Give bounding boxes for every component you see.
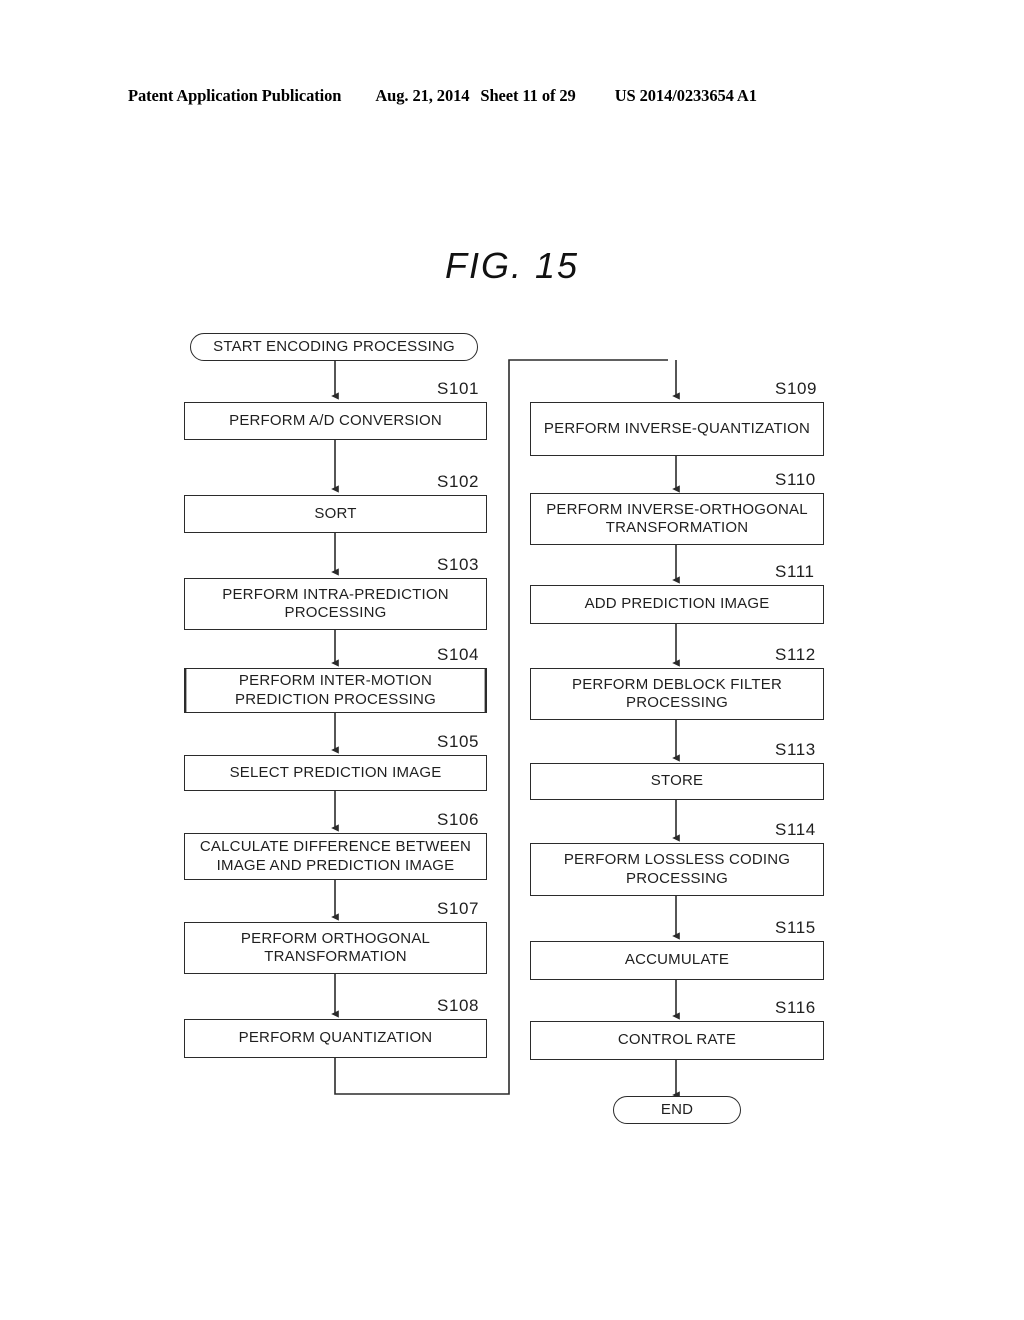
flow-node-s113[interactable]: STORE [530,763,824,800]
step-id-s106: S106 [437,810,480,829]
flow-node-s106[interactable]: CALCULATE DIFFERENCE BETWEEN IMAGE AND P… [184,833,487,880]
flow-node-s108[interactable]: PERFORM QUANTIZATION [184,1019,487,1058]
flow-node-s111[interactable]: ADD PREDICTION IMAGE [530,585,824,624]
flow-node-s103[interactable]: PERFORM INTRA-PREDICTION PROCESSING [184,578,487,630]
step-id-s111: S111 [775,562,815,581]
step-id-s105: S105 [437,732,480,751]
flow-node-s114-label: PERFORM LOSSLESS CODING PROCESSING [563,851,791,887]
step-id-s104: S104 [437,645,480,664]
step-id-s108: S108 [437,996,480,1015]
flow-node-s113-label: STORE [650,772,704,790]
flow-node-start[interactable]: START ENCODING PROCESSING [190,333,478,361]
flow-node-s116-label: CONTROL RATE [617,1031,737,1049]
flow-node-s102[interactable]: SORT [184,495,487,533]
flow-node-s110-label: PERFORM INVERSE-ORTHOGONAL TRANSFORMATIO… [546,500,808,536]
flow-node-s107[interactable]: PERFORM ORTHOGONAL TRANSFORMATION [184,922,487,974]
flow-node-s114[interactable]: PERFORM LOSSLESS CODING PROCESSING [530,843,824,896]
step-id-s112: S112 [775,645,816,664]
flow-node-s109-label: PERFORM INVERSE-QUANTIZATION [543,419,811,437]
flow-node-s103-label: PERFORM INTRA-PREDICTION PROCESSING [222,585,449,621]
flow-node-s112[interactable]: PERFORM DEBLOCK FILTER PROCESSING [530,668,824,720]
flow-node-end-label: END [660,1100,694,1118]
flow-node-s102-label: SORT [314,504,357,522]
flow-node-s115-label: ACCUMULATE [624,951,730,969]
step-id-s114: S114 [775,820,816,839]
flowchart: START ENCODING PROCESSING S101 PERFORM A… [0,0,1024,1320]
flow-node-s115[interactable]: ACCUMULATE [530,941,824,980]
step-id-s101: S101 [437,379,480,398]
flow-node-s109[interactable]: PERFORM INVERSE-QUANTIZATION [530,402,824,456]
flow-node-s106-label: CALCULATE DIFFERENCE BETWEEN IMAGE AND P… [199,838,472,874]
flow-node-s112-label: PERFORM DEBLOCK FILTER PROCESSING [572,675,782,711]
flowchart-connectors [331,359,680,1099]
flow-node-s104-label: PERFORM INTER-MOTION PREDICTION PROCESSI… [235,672,436,708]
step-id-s107: S107 [437,899,480,918]
step-id-s110: S110 [775,470,816,489]
flow-node-s105[interactable]: SELECT PREDICTION IMAGE [184,755,487,791]
flow-node-s105-label: SELECT PREDICTION IMAGE [229,763,442,781]
step-id-s109: S109 [775,379,818,398]
flow-node-s108-label: PERFORM QUANTIZATION [238,1029,433,1047]
flow-node-s110[interactable]: PERFORM INVERSE-ORTHOGONAL TRANSFORMATIO… [530,493,824,545]
step-id-s116: S116 [775,998,816,1017]
step-id-s103: S103 [437,555,480,574]
flow-node-s107-label: PERFORM ORTHOGONAL TRANSFORMATION [240,929,431,965]
step-id-s113: S113 [775,740,816,759]
flow-node-s101[interactable]: PERFORM A/D CONVERSION [184,402,487,440]
flow-node-end[interactable]: END [613,1096,741,1124]
step-id-s115: S115 [775,918,816,937]
flow-node-s101-label: PERFORM A/D CONVERSION [229,411,442,429]
step-id-s102: S102 [437,472,480,491]
flow-node-s104[interactable]: PERFORM INTER-MOTION PREDICTION PROCESSI… [184,668,487,713]
flow-node-start-label: START ENCODING PROCESSING [213,337,455,355]
flow-node-s111-label: ADD PREDICTION IMAGE [584,595,770,613]
flow-node-s116[interactable]: CONTROL RATE [530,1021,824,1060]
